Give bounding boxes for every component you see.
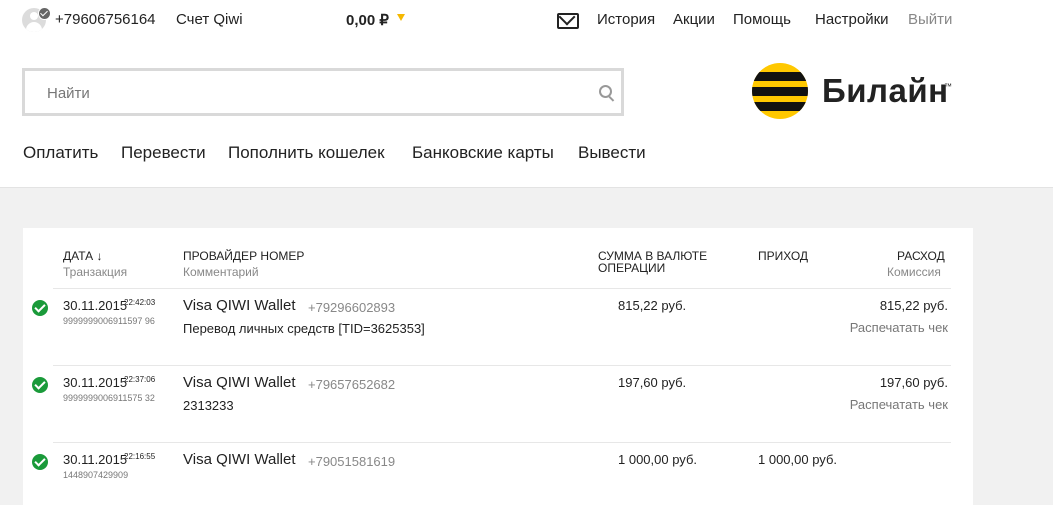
row-provider: Visa QIWI Wallet: [183, 297, 296, 314]
row-time: 22:42:03: [124, 298, 156, 307]
header-amount-line2: ОПЕРАЦИИ: [598, 261, 666, 275]
header-expense: РАСХОД: [897, 249, 945, 263]
row-divider: [53, 365, 951, 366]
mail-icon[interactable]: [557, 13, 579, 29]
help-link[interactable]: Помощь: [733, 11, 791, 28]
row-date: 30.11.2015: [63, 452, 128, 467]
header-income: ПРИХОД: [758, 249, 809, 263]
success-check-icon: [32, 377, 48, 393]
nav-withdraw[interactable]: Вывести: [578, 143, 646, 163]
balance-dropdown-icon[interactable]: [397, 14, 405, 21]
row-comment: 2313233: [183, 398, 234, 413]
print-receipt-link[interactable]: Распечатать чек: [808, 320, 948, 335]
beeline-logo-icon: [752, 63, 808, 119]
search-icon[interactable]: [599, 85, 612, 98]
row-amount: 197,60 руб.: [618, 375, 687, 390]
success-check-icon: [32, 300, 48, 316]
row-number: +79296602893: [308, 300, 396, 315]
row-transaction-id: 9999999006911597 96: [63, 316, 155, 326]
nav-pay[interactable]: Оплатить: [23, 143, 98, 163]
row-transaction-id: 9999999006911575 32: [63, 393, 155, 403]
logo-text: Билайн: [822, 72, 949, 109]
row-number: +79051581619: [308, 454, 396, 469]
top-bar: +79606756164 Счет Qiwi 0,00 ₽ История Ак…: [0, 0, 1053, 40]
row-comment: Перевод личных средств [TID=3625353]: [183, 321, 425, 336]
row-expense: 815,22 руб.: [879, 298, 948, 313]
row-expense: 197,60 руб.: [879, 375, 948, 390]
balance-value[interactable]: 0,00 ₽: [346, 11, 389, 29]
history-link[interactable]: История: [597, 11, 655, 28]
row-divider: [53, 442, 951, 443]
header-provider: ПРОВАЙДЕР НОМЕР: [183, 249, 305, 263]
nav-transfer[interactable]: Перевести: [121, 143, 206, 163]
row-time: 22:16:55: [124, 452, 156, 461]
header-date[interactable]: ДАТА ↓: [63, 250, 102, 263]
print-receipt-link[interactable]: Распечатать чек: [808, 397, 948, 412]
row-transaction-id: 1448907429909: [63, 470, 129, 480]
row-amount: 1 000,00 руб.: [618, 452, 698, 467]
header-expense-sub: Комиссия: [887, 265, 941, 279]
user-phone[interactable]: +79606756164: [55, 11, 156, 28]
search-input[interactable]: [45, 71, 589, 115]
row-time: 22:37:06: [124, 375, 156, 384]
settings-link[interactable]: Настройки: [815, 11, 889, 28]
nav-bank-cards[interactable]: Банковские карты: [412, 143, 554, 163]
row-amount: 815,22 руб.: [618, 298, 687, 313]
row-provider: Visa QIWI Wallet: [183, 374, 296, 391]
success-check-icon: [32, 454, 48, 470]
row-number: +79657652682: [308, 377, 396, 392]
row-income: 1 000,00 руб.: [758, 452, 838, 467]
logo-tm: ™: [944, 82, 952, 91]
verified-check-icon: [38, 7, 51, 20]
promos-link[interactable]: Акции: [673, 11, 715, 28]
row-provider: Visa QIWI Wallet: [183, 451, 296, 468]
logout-link[interactable]: Выйти: [908, 11, 952, 28]
search-box: [22, 68, 624, 116]
row-divider: [53, 288, 951, 289]
nav-top-up-wallet[interactable]: Пополнить кошелек: [228, 143, 385, 163]
header-provider-sub: Комментарий: [183, 265, 259, 279]
row-date: 30.11.2015: [63, 298, 128, 313]
row-date: 30.11.2015: [63, 375, 128, 390]
account-label[interactable]: Счет Qiwi: [176, 11, 243, 28]
header-date-sub: Транзакция: [63, 265, 128, 279]
